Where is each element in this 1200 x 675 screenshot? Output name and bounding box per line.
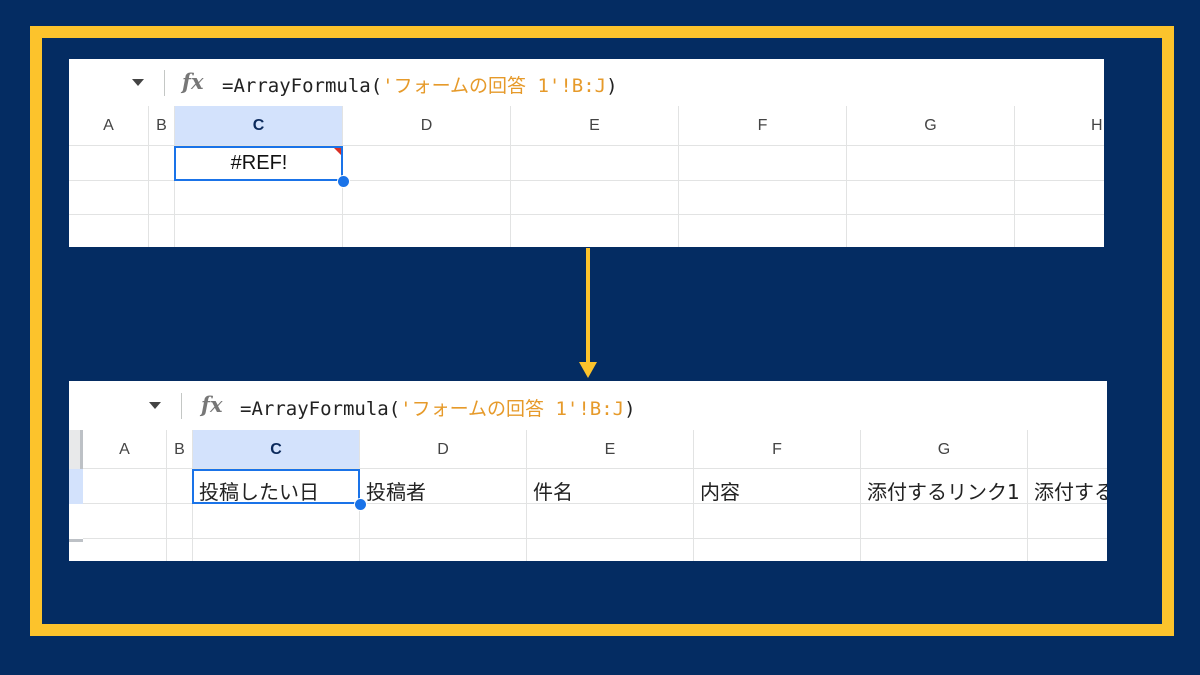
cell-d2[interactable] bbox=[360, 504, 527, 538]
cell-g1[interactable] bbox=[847, 146, 1015, 180]
cell-d3[interactable] bbox=[343, 215, 511, 247]
ref-error-value: #REF! bbox=[230, 152, 288, 174]
down-arrow-icon bbox=[579, 362, 597, 378]
cell-g3[interactable] bbox=[861, 539, 1028, 561]
active-cell-selection[interactable] bbox=[192, 469, 360, 504]
cell-e3[interactable] bbox=[527, 539, 694, 561]
row-header-1[interactable] bbox=[69, 469, 83, 504]
cell-c2[interactable] bbox=[175, 181, 343, 214]
cell-d2[interactable] bbox=[343, 181, 511, 214]
cell-g3[interactable] bbox=[847, 215, 1015, 247]
formula-input[interactable]: =ArrayFormula('フォームの回答 1'!B:J) bbox=[222, 71, 618, 98]
column-header-f[interactable]: F bbox=[694, 430, 861, 468]
divider bbox=[164, 70, 165, 96]
column-header-g[interactable]: G bbox=[861, 430, 1028, 468]
divider bbox=[181, 393, 182, 419]
grid-row-2 bbox=[83, 504, 1107, 539]
cell-e1[interactable] bbox=[511, 146, 679, 180]
formula-range-ref: 'フォームの回答 1'!B:J bbox=[382, 75, 607, 97]
cell-b1[interactable] bbox=[149, 146, 175, 180]
cell-b1[interactable] bbox=[167, 469, 193, 503]
formula-range-ref: 'フォームの回答 1'!B:J bbox=[400, 398, 625, 420]
column-header-row: A B C D E F G H bbox=[69, 106, 1104, 146]
column-header-b[interactable]: B bbox=[149, 106, 175, 145]
fill-handle[interactable] bbox=[337, 175, 350, 188]
column-header-d[interactable]: D bbox=[360, 430, 527, 468]
cell-b3[interactable] bbox=[149, 215, 175, 247]
column-header-h[interactable] bbox=[1028, 430, 1107, 468]
column-header-row: A B C D E F G bbox=[83, 430, 1107, 469]
cell-f2[interactable] bbox=[679, 181, 847, 214]
cell-c3[interactable] bbox=[193, 539, 360, 561]
row-header-corner[interactable] bbox=[69, 430, 83, 469]
cell-a1[interactable] bbox=[69, 146, 149, 180]
fill-handle[interactable] bbox=[354, 498, 367, 511]
cell-e3[interactable] bbox=[511, 215, 679, 247]
grid-row-3 bbox=[69, 215, 1104, 247]
fx-icon: fx bbox=[182, 69, 204, 94]
cell-a1[interactable] bbox=[83, 469, 167, 503]
column-header-b[interactable]: B bbox=[167, 430, 193, 468]
fx-icon: fx bbox=[201, 392, 223, 417]
chevron-down-icon[interactable] bbox=[132, 79, 144, 86]
cell-e2[interactable] bbox=[527, 504, 694, 538]
column-header-c[interactable]: C bbox=[193, 430, 360, 468]
cell-f3[interactable] bbox=[694, 539, 861, 561]
cell-h3[interactable] bbox=[1015, 215, 1104, 247]
cell-g2[interactable] bbox=[847, 181, 1015, 214]
cell-h2[interactable] bbox=[1028, 504, 1107, 538]
cell-d1-value: 投稿者 bbox=[366, 480, 426, 504]
cell-f1[interactable] bbox=[679, 146, 847, 180]
cell-f2[interactable] bbox=[694, 504, 861, 538]
cell-c3[interactable] bbox=[175, 215, 343, 247]
cell-h3[interactable] bbox=[1028, 539, 1107, 561]
cell-g2[interactable] bbox=[861, 504, 1028, 538]
column-header-h[interactable]: H bbox=[1015, 106, 1104, 145]
cell-a2[interactable] bbox=[83, 504, 167, 538]
cell-b3[interactable] bbox=[167, 539, 193, 561]
spreadsheet-before: fx =ArrayFormula('フォームの回答 1'!B:J) A B C … bbox=[69, 59, 1104, 247]
cell-f3[interactable] bbox=[679, 215, 847, 247]
formula-input[interactable]: =ArrayFormula('フォームの回答 1'!B:J) bbox=[240, 394, 636, 421]
formula-bar: fx =ArrayFormula('フォームの回答 1'!B:J) bbox=[69, 59, 1104, 107]
cell-d1[interactable] bbox=[343, 146, 511, 180]
grid-row-2 bbox=[69, 181, 1104, 215]
column-header-g[interactable]: G bbox=[847, 106, 1015, 145]
grid-row-3 bbox=[83, 539, 1107, 561]
cell-g1-value: 添付するリンク1 bbox=[867, 480, 1020, 504]
chevron-down-icon[interactable] bbox=[149, 402, 161, 409]
cell-h1[interactable] bbox=[1015, 146, 1104, 180]
column-header-a[interactable]: A bbox=[69, 106, 149, 145]
column-header-c[interactable]: C bbox=[175, 106, 343, 145]
cell-a3[interactable] bbox=[83, 539, 167, 561]
cell-e2[interactable] bbox=[511, 181, 679, 214]
cell-c2[interactable] bbox=[193, 504, 360, 538]
cell-d3[interactable] bbox=[360, 539, 527, 561]
down-arrow-line bbox=[586, 248, 590, 364]
column-header-e[interactable]: E bbox=[527, 430, 694, 468]
cell-b2[interactable] bbox=[167, 504, 193, 538]
column-header-d[interactable]: D bbox=[343, 106, 511, 145]
error-indicator-icon[interactable] bbox=[334, 148, 341, 155]
cell-a3[interactable] bbox=[69, 215, 149, 247]
spreadsheet-after: fx =ArrayFormula('フォームの回答 1'!B:J) A B C … bbox=[69, 381, 1107, 561]
cell-e1-value: 件名 bbox=[533, 480, 573, 504]
column-header-f[interactable]: F bbox=[679, 106, 847, 145]
formula-bar: fx =ArrayFormula('フォームの回答 1'!B:J) bbox=[69, 381, 1107, 431]
column-header-e[interactable]: E bbox=[511, 106, 679, 145]
cell-h1-value: 添付する bbox=[1034, 480, 1107, 504]
row-header-3[interactable] bbox=[69, 539, 83, 561]
cell-b2[interactable] bbox=[149, 181, 175, 214]
cell-h2[interactable] bbox=[1015, 181, 1104, 214]
column-header-a[interactable]: A bbox=[83, 430, 167, 468]
cell-a2[interactable] bbox=[69, 181, 149, 214]
cell-f1-value: 内容 bbox=[700, 480, 740, 504]
